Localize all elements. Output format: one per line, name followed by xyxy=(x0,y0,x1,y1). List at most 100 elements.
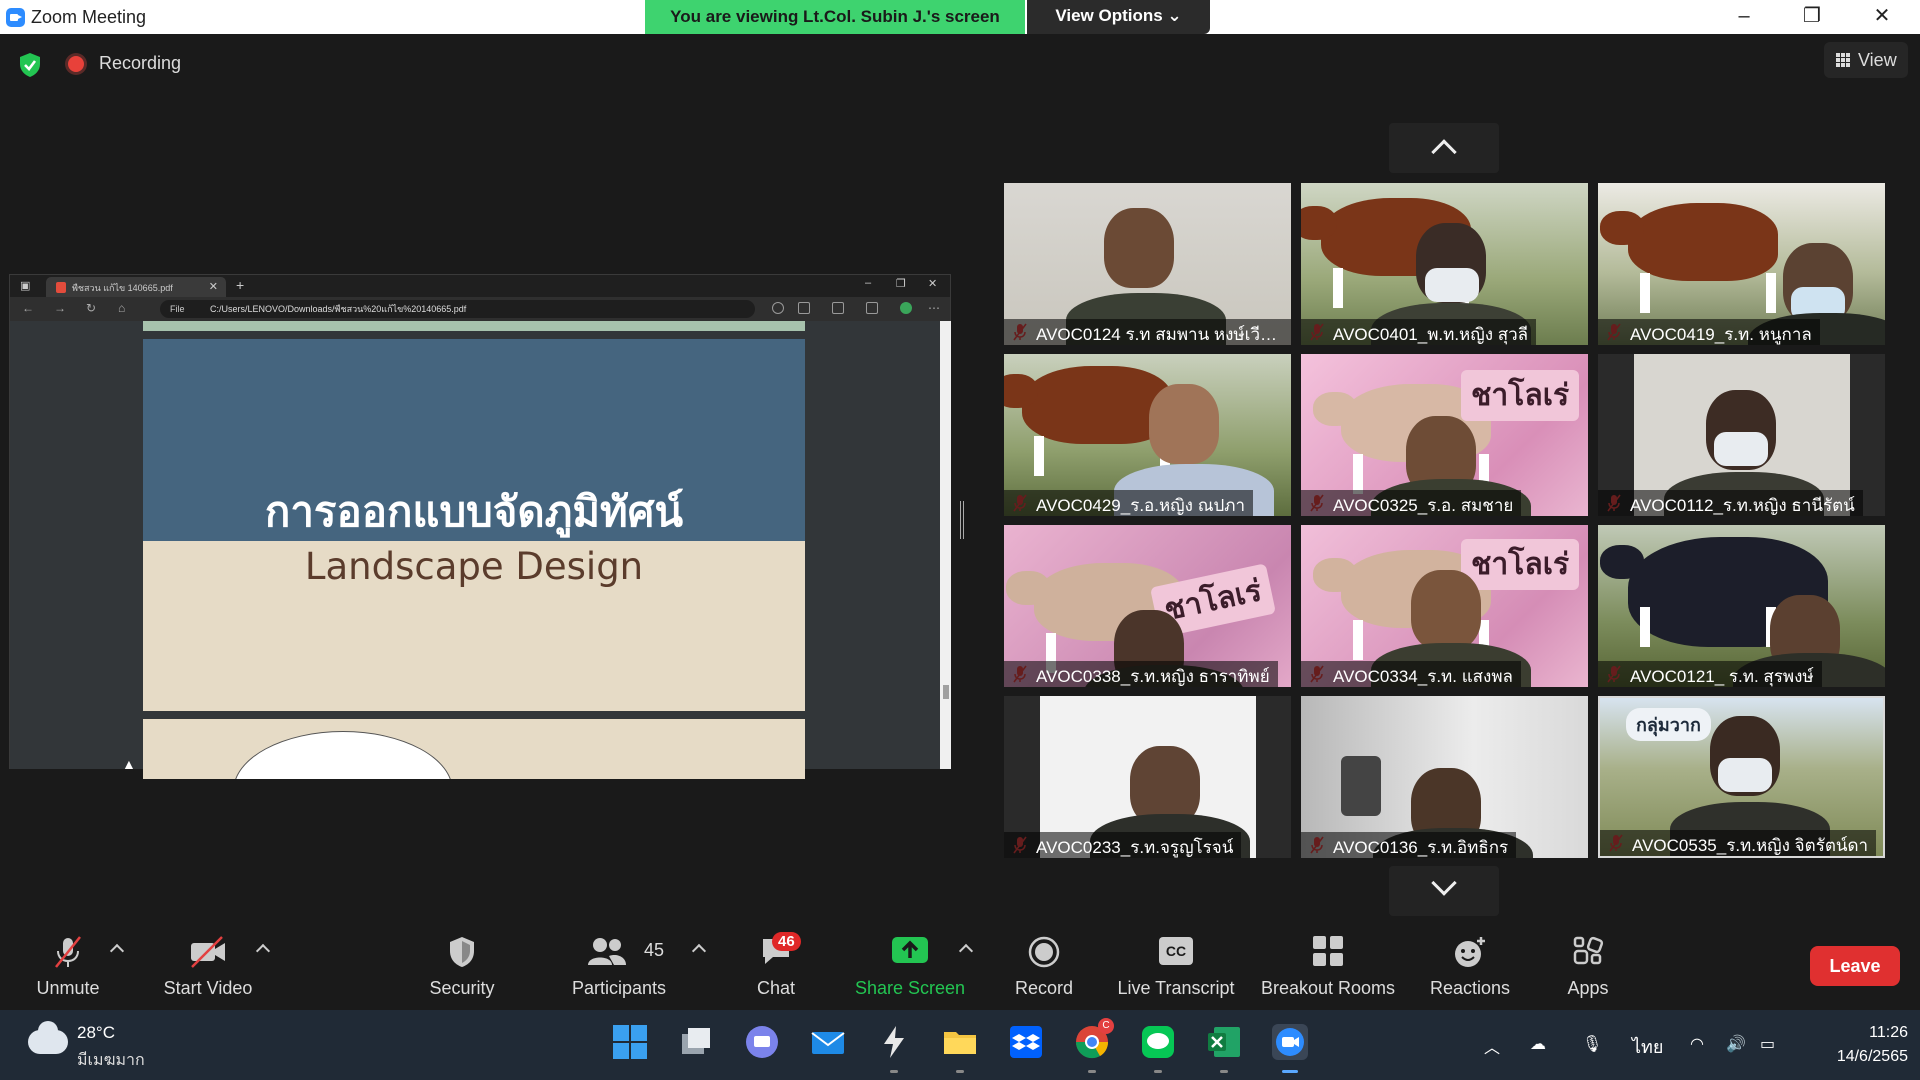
encryption-shield-icon[interactable] xyxy=(18,52,42,78)
task-view-icon[interactable] xyxy=(678,1024,714,1060)
mail-icon[interactable] xyxy=(810,1024,846,1060)
participant-name: AVOC0419_ร.ท. หนูกาล xyxy=(1598,319,1820,345)
participant-name: AVOC0112_ร.ท.หญิง ธานีรัตน์ xyxy=(1598,490,1863,516)
view-splitter[interactable] xyxy=(960,501,964,539)
participants-count: 45 xyxy=(644,940,665,960)
recording-label[interactable]: Recording xyxy=(99,53,181,74)
clock-date[interactable]: 14/6/2565 xyxy=(1806,1048,1908,1066)
wifi-icon[interactable]: ◠ xyxy=(1690,1034,1712,1053)
view-button[interactable]: View xyxy=(1824,42,1908,78)
title-bar: Zoom Meeting You are viewing Lt.Col. Sub… xyxy=(0,0,1920,34)
battery-icon[interactable]: ▭ xyxy=(1760,1034,1782,1053)
tab-actions-icon: ▣ xyxy=(20,280,31,292)
participant-tile[interactable]: AVOC0419_ร.ท. หนูกาล xyxy=(1598,183,1885,345)
share-screen-button[interactable]: Share Screen xyxy=(850,920,970,1010)
participant-name: AVOC0325_ร.อ. สมชาย xyxy=(1301,490,1522,516)
url-text: C:/Users/LENOVO/Downloads/พืชสวน%20แก้ไข… xyxy=(210,304,467,314)
mouse-cursor-icon: ▲ xyxy=(122,756,136,772)
participant-tile[interactable]: ชาโลเร่ AVOC0334_ร.ท. แสงพล xyxy=(1301,525,1588,687)
view-label: View xyxy=(1858,50,1897,70)
reactions-label: Reactions xyxy=(1429,978,1511,998)
unmute-label: Unmute xyxy=(36,978,100,998)
volume-icon[interactable]: 🔊 xyxy=(1726,1034,1748,1053)
zoom-icon xyxy=(772,302,784,314)
lightning-app-icon[interactable] xyxy=(876,1024,912,1073)
participant-tile[interactable]: AVOC0233_ร.ท.จรูญโรจน์ xyxy=(1004,696,1291,858)
weather-temperature[interactable]: 28°C xyxy=(77,1023,115,1043)
participants-icon xyxy=(588,938,627,965)
cloud-weather-icon[interactable] xyxy=(28,1021,68,1054)
minimize-button[interactable]: – xyxy=(1714,0,1774,34)
reactions-button[interactable]: Reactions xyxy=(1420,920,1520,1010)
close-button[interactable]: ✕ xyxy=(1852,0,1912,34)
line-app-icon[interactable] xyxy=(1140,1024,1176,1073)
show-hidden-icons-chevron-icon[interactable]: ︿ xyxy=(1484,1034,1506,1057)
back-icon: ← xyxy=(22,301,34,315)
chrome-profile-badge: C xyxy=(1098,1018,1114,1034)
breakout-rooms-button[interactable]: Breakout Rooms xyxy=(1256,920,1400,1010)
gallery-page-up-button[interactable] xyxy=(1389,123,1499,173)
apps-button[interactable]: Apps xyxy=(1546,920,1630,1010)
file-explorer-icon[interactable] xyxy=(942,1024,978,1073)
live-transcript-button[interactable]: CC Live Transcript xyxy=(1112,920,1240,1010)
start-video-button[interactable]: Start Video xyxy=(150,920,266,1010)
participant-tile[interactable]: AVOC0429_ร.อ.หญิง ณปภา xyxy=(1004,354,1291,516)
running-indicator xyxy=(1154,1070,1162,1073)
participant-name: AVOC0401_พ.ท.หญิง สุวลี xyxy=(1301,319,1537,345)
window-title: Zoom Meeting xyxy=(31,7,147,27)
onedrive-cloud-icon[interactable]: ☁ xyxy=(1530,1034,1552,1053)
zoom-taskbar-icon[interactable] xyxy=(1272,1024,1308,1073)
background-sign: ชาโลเร่ xyxy=(1461,539,1580,590)
chat-button[interactable]: 46 Chat xyxy=(730,920,822,1010)
slide-circle-graphic xyxy=(233,731,453,779)
chrome-icon[interactable]: C xyxy=(1074,1018,1114,1073)
record-button[interactable]: Record xyxy=(1000,920,1088,1010)
chevron-up-icon xyxy=(1431,139,1457,165)
meeting-toolbar: Unmute Start Video Security 45 Participa… xyxy=(0,920,1920,1010)
pdf-scrollbar xyxy=(940,321,951,769)
weather-description[interactable]: มีเมฆมาก xyxy=(77,1048,145,1073)
running-indicator xyxy=(890,1070,898,1073)
participants-caret-icon[interactable] xyxy=(691,943,707,959)
breakout-rooms-label: Breakout Rooms xyxy=(1260,978,1396,998)
pdf-page: การออกแบบจัดภูมิทัศน์ Landscape Design xyxy=(143,339,805,711)
screen-share-banner: You are viewing Lt.Col. Subin J.'s scree… xyxy=(645,0,1025,34)
chat-unread-badge: 46 xyxy=(772,932,801,951)
new-tab-icon: + xyxy=(236,277,245,293)
input-language-indicator[interactable]: ไทย xyxy=(1632,1032,1663,1061)
dropbox-icon[interactable] xyxy=(1008,1024,1044,1060)
teams-chat-icon[interactable] xyxy=(744,1024,780,1060)
browser-restore-icon: ❐ xyxy=(896,278,906,290)
profile-icon xyxy=(900,302,912,314)
restore-button[interactable]: ❐ xyxy=(1782,0,1842,34)
security-button[interactable]: Security xyxy=(412,920,512,1010)
pdf-icon xyxy=(56,282,66,293)
participant-tile[interactable]: กลุ่มวาก AVOC0535_ร.ท.หญิง จิตรัตน์ดา xyxy=(1598,696,1885,858)
clock-time[interactable]: 11:26 xyxy=(1852,1024,1908,1042)
participant-name: AVOC0334_ร.ท. แสงพล xyxy=(1301,661,1521,687)
participant-tile[interactable]: AVOC0124 ร.ท สมพาน หงษ์เวีย... xyxy=(1004,183,1291,345)
unmute-button[interactable]: Unmute xyxy=(18,920,118,1010)
leave-button[interactable]: Leave xyxy=(1810,946,1900,986)
previous-page-edge xyxy=(143,321,805,331)
view-options-button[interactable]: View Options ⌄ xyxy=(1027,0,1210,34)
participant-tile[interactable]: ชาโลเร่ AVOC0338_ร.ท.หญิง ธาราทิพย์ xyxy=(1004,525,1291,687)
windows-start-icon[interactable] xyxy=(612,1024,648,1060)
participant-tile[interactable]: ชาโลเร่ AVOC0325_ร.อ. สมชาย xyxy=(1301,354,1588,516)
live-transcript-label: Live Transcript xyxy=(1117,978,1235,998)
microphone-in-use-icon[interactable]: 🎙 xyxy=(1582,1034,1604,1053)
excel-icon[interactable] xyxy=(1206,1024,1242,1073)
participant-tile[interactable]: AVOC0121_ ร.ท. สุรพงษ์ xyxy=(1598,525,1885,687)
browser-tab: พืชสวน แก้ไข 140665.pdf ✕ xyxy=(46,277,226,297)
participants-button[interactable]: 45 Participants xyxy=(560,920,678,1010)
participant-tile[interactable]: AVOC0401_พ.ท.หญิง สุวลี xyxy=(1301,183,1588,345)
participant-tile[interactable]: AVOC0112_ร.ท.หญิง ธานีรัตน์ xyxy=(1598,354,1885,516)
participant-tile[interactable]: AVOC0136_ร.ท.อิทธิกร xyxy=(1301,696,1588,858)
closed-caption-icon: CC xyxy=(1159,937,1193,965)
background-sign: ชาโลเร่ xyxy=(1461,370,1580,421)
gallery-page-down-button[interactable] xyxy=(1389,866,1499,916)
browser-address-bar: ← → ↻ ⌂ File C:/Users/LENOVO/Downloads/พ… xyxy=(10,297,950,321)
browser-close-icon: ✕ xyxy=(928,278,938,290)
zoom-logo-icon xyxy=(6,8,25,27)
chat-label: Chat xyxy=(756,978,796,998)
